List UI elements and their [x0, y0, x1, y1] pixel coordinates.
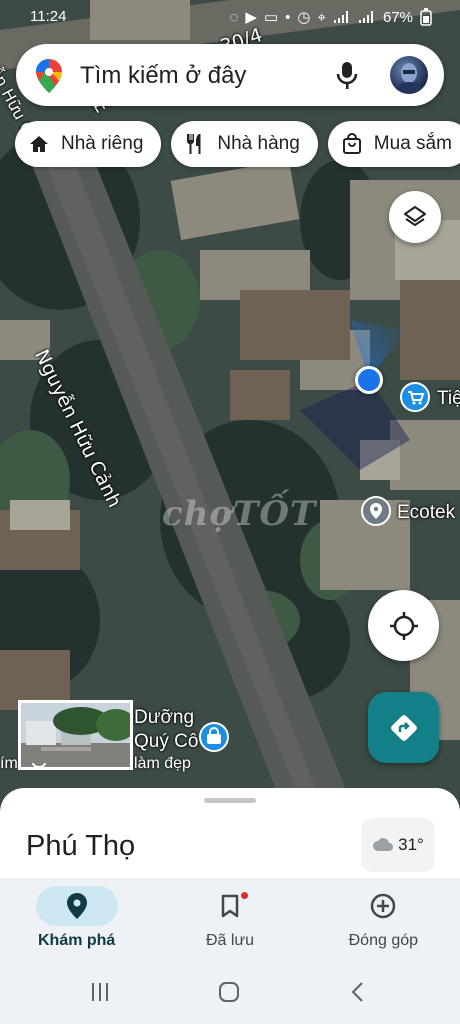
shopping-bag-icon	[342, 133, 361, 154]
layers-icon	[404, 206, 426, 226]
bottom-navigation: Khám phá Đã lưu Đóng góp	[0, 878, 460, 964]
poi-sub-left: ím	[0, 755, 18, 772]
add-circle-icon	[371, 893, 396, 919]
chip-home-label: Nhà riêng	[61, 133, 144, 154]
beauty-bag-icon[interactable]	[198, 721, 230, 753]
nav-explore-pill	[35, 886, 118, 926]
shopping-cart-icon[interactable]	[400, 382, 430, 416]
layers-button[interactable]	[389, 191, 441, 243]
nav-saved-label: Đã lưu	[205, 932, 255, 949]
satellite-map[interactable]: yễn Hữu C Hu 30/4 Nguyễn Hữu Cảnh chợTỐT…	[0, 0, 460, 800]
chip-restaurant-label: Nhà hàng	[217, 133, 300, 154]
battery-icon	[420, 8, 432, 26]
poi-label-beauty-2[interactable]: Quý Cô	[134, 731, 198, 753]
avatar[interactable]	[390, 56, 428, 94]
poi-label-ecotek[interactable]: Ecotek	[397, 502, 455, 524]
home-icon	[30, 136, 48, 152]
alarm-icon: ◷	[297, 9, 311, 26]
restaurant-icon	[187, 134, 201, 154]
weather-chip[interactable]: 31°	[361, 818, 435, 872]
recent-apps-icon[interactable]	[88, 980, 112, 1004]
avatar-image	[396, 63, 422, 94]
watermark: chợTỐT	[162, 494, 317, 534]
nav-saved[interactable]: Đã lưu	[153, 878, 306, 964]
sheet-drag-handle[interactable]	[204, 798, 256, 803]
cloud-icon	[373, 838, 394, 851]
status-time: 11:24	[30, 8, 67, 25]
chip-shopping[interactable]: Mua sắm	[327, 121, 460, 167]
nav-saved-pill	[189, 886, 271, 926]
nav-explore-label: Khám phá	[37, 932, 116, 949]
back-icon[interactable]	[346, 980, 370, 1004]
nav-contribute[interactable]: Đóng góp	[307, 878, 460, 964]
my-location-button[interactable]	[368, 590, 439, 661]
chip-home[interactable]: Nhà riêng	[15, 121, 162, 167]
location-icon: ⌖	[317, 8, 326, 26]
weather-temp: 31°	[398, 835, 424, 854]
more-dots-icon: •	[285, 8, 291, 26]
chat-icon: ▭	[263, 9, 279, 26]
street-view-thumbnail[interactable]	[18, 700, 133, 770]
poi-sub-beauty: làm đẹp	[134, 755, 191, 772]
nav-contribute-label: Đóng góp	[348, 932, 419, 949]
battery-percent: 67%	[382, 8, 413, 26]
directions-icon	[390, 714, 417, 741]
home-button-icon[interactable]	[217, 980, 241, 1004]
signal-icon	[333, 11, 348, 23]
bottom-sheet[interactable]: Phú Thọ 31°	[0, 788, 460, 888]
bookmark-icon	[221, 894, 239, 918]
chip-restaurant[interactable]: Nhà hàng	[171, 121, 318, 167]
poi-label-beauty-1[interactable]: Dưỡng	[134, 707, 194, 729]
whatsapp-icon: ◌	[229, 8, 239, 26]
nav-explore[interactable]: Khám phá	[0, 878, 153, 964]
search-placeholder[interactable]: Tìm kiếm ở đây	[80, 62, 246, 90]
chip-shopping-label: Mua sắm	[373, 133, 452, 154]
category-chips: Nhà riêng Nhà hàng Mua sắm	[15, 121, 460, 167]
explore-pin-icon	[66, 893, 87, 919]
search-bar[interactable]: Tìm kiếm ở đây	[16, 44, 444, 106]
place-title: Phú Thọ	[26, 830, 136, 862]
mic-icon[interactable]	[336, 60, 358, 90]
nav-contribute-pill	[342, 886, 424, 926]
signal-icon-2	[358, 11, 373, 23]
crosshair-icon	[389, 611, 418, 640]
poi-label-shop[interactable]: Tiệ	[437, 388, 460, 410]
google-maps-logo-icon	[36, 59, 62, 93]
system-navigation-bar	[0, 964, 460, 1024]
youtube-icon: ▶	[245, 9, 257, 26]
status-bar: 11:24 ◌ ▶ ▭ • ◷ ⌖ 67%	[0, 0, 460, 34]
place-pin-icon[interactable]	[360, 495, 392, 531]
street-view-image	[21, 703, 130, 767]
directions-button[interactable]	[368, 692, 439, 763]
my-location-dot	[355, 366, 383, 394]
